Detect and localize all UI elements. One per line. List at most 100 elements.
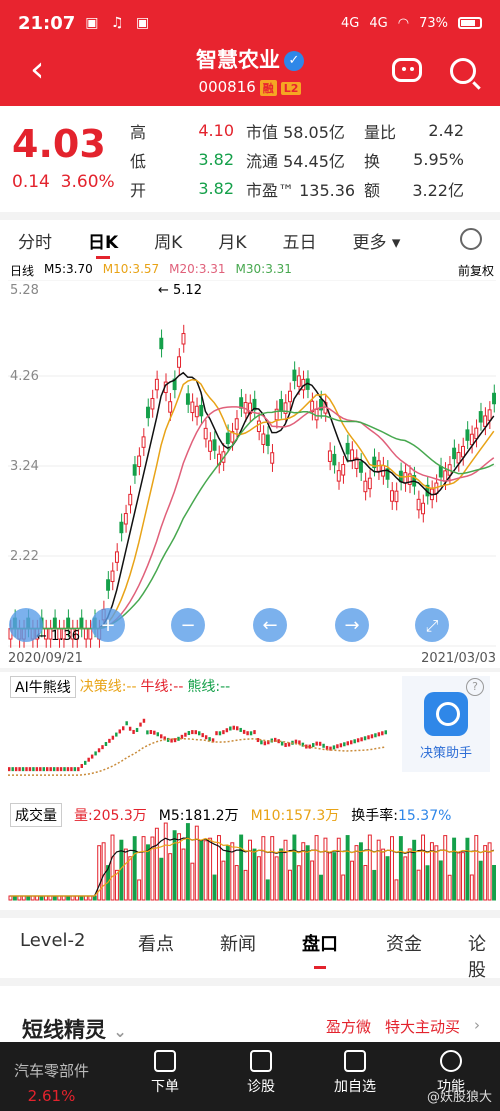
volume-bar xyxy=(248,839,252,901)
tab-news[interactable]: 新闻 xyxy=(220,930,256,956)
ai-candle xyxy=(249,731,253,736)
diagnose-icon xyxy=(250,1050,272,1072)
ai-candle xyxy=(318,741,322,746)
candle-body xyxy=(110,570,115,583)
wifi-icon: ◠ xyxy=(397,15,410,31)
candle-body xyxy=(394,490,399,503)
settings-icon[interactable] xyxy=(460,228,482,250)
tab-level2[interactable]: Level-2 xyxy=(20,930,85,951)
zoom-out-icon[interactable] xyxy=(9,608,43,642)
volume-bar xyxy=(350,860,355,901)
candle-body xyxy=(461,445,465,458)
spirit-latest[interactable]: 盈方微 特大主动买 › xyxy=(326,1016,480,1037)
candle-body xyxy=(185,393,190,405)
sector-info[interactable]: 汽车零部件 2.61% xyxy=(14,1060,89,1105)
nav-order[interactable]: 下单 xyxy=(130,1050,200,1096)
volume-bar xyxy=(292,834,297,901)
candle-body xyxy=(345,442,350,455)
spirit-title: 短线精灵 xyxy=(22,1018,106,1042)
volume-bar xyxy=(177,833,182,901)
nav-diagnose[interactable]: 诊股 xyxy=(226,1050,296,1096)
volume-bar xyxy=(385,856,390,901)
candle-body xyxy=(132,464,137,476)
tab-more[interactable]: 更多 ▾ xyxy=(353,228,401,253)
ai-candle xyxy=(356,738,360,743)
ai-candle xyxy=(59,767,63,772)
ai-candle xyxy=(377,732,381,737)
volume-bar xyxy=(279,848,284,901)
sector-name: 汽车零部件 xyxy=(14,1062,90,1080)
volume-bar xyxy=(234,865,239,901)
volume-bar xyxy=(354,845,359,901)
help-icon[interactable]: ? xyxy=(466,678,484,696)
volume-bar xyxy=(172,830,177,901)
margin-badge: 融 xyxy=(259,80,277,96)
ma-legend: 日线 M5:3.70 M10:3.57 M20:3.31 M30:3.31 前复… xyxy=(10,262,494,279)
adjust-mode[interactable]: 前复权 xyxy=(458,262,494,279)
volume-bar xyxy=(287,869,292,901)
divider xyxy=(0,910,500,918)
ai-candle xyxy=(66,767,70,772)
network-2: 4G xyxy=(369,15,388,31)
kline-chart[interactable]: 5.28 4.26 3.24 2.22 ← 5.12 ← 1.36 + − ← … xyxy=(8,280,496,650)
ai-candle xyxy=(84,760,87,765)
stock-name-text: 智慧农业 xyxy=(196,48,280,72)
tab-5day[interactable]: 五日 xyxy=(283,228,317,253)
ai-candle xyxy=(353,739,356,744)
candle-body xyxy=(452,447,457,460)
volume-bar xyxy=(327,852,332,901)
ai-candle xyxy=(90,754,94,759)
volume-bar xyxy=(243,869,248,901)
ai-indicator-header[interactable]: AI牛熊线 决策线:-- 牛线:-- 熊线:-- xyxy=(10,676,230,698)
volume-bar xyxy=(319,874,323,901)
robot-icon[interactable] xyxy=(392,58,422,82)
tab-highlights[interactable]: 看点 xyxy=(138,930,174,956)
tab-intraday[interactable]: 分时 xyxy=(18,228,52,253)
quote-row: 开 3.82 市盈™ 135.36 额 3.22亿 xyxy=(130,174,500,203)
ai-candle xyxy=(246,731,249,736)
tab-forum[interactable]: 论股 xyxy=(468,930,500,982)
tab-daily[interactable]: 日K xyxy=(88,228,118,259)
ai-candle xyxy=(263,741,267,746)
candle-body xyxy=(483,415,488,427)
ai-candle xyxy=(370,734,374,739)
ai-candle xyxy=(101,745,104,750)
volume-bar xyxy=(159,857,164,901)
candle-body xyxy=(296,375,301,387)
ai-candle xyxy=(146,730,149,735)
network-1: 4G xyxy=(341,15,360,31)
volume-bar xyxy=(110,834,115,901)
ai-candle xyxy=(87,757,90,762)
short-term-spirit[interactable]: 短线精灵 ⌄ xyxy=(22,1014,127,1044)
sector-pct: 2.61% xyxy=(27,1087,76,1105)
ai-candle xyxy=(322,743,325,748)
tab-capital[interactable]: 资金 xyxy=(386,930,422,956)
tab-monthly[interactable]: 月K xyxy=(218,228,246,253)
candle-body xyxy=(137,455,142,467)
ai-candle xyxy=(14,767,18,772)
ai-candle xyxy=(153,730,156,735)
tab-orderbook[interactable]: 盘口 xyxy=(302,930,338,969)
ai-candle xyxy=(187,731,191,736)
candle-body xyxy=(159,337,164,350)
ai-candle xyxy=(142,718,146,723)
candle-body xyxy=(270,452,275,464)
ai-candle xyxy=(73,767,77,772)
volume-bar xyxy=(412,839,417,901)
volume-bar xyxy=(394,879,399,901)
ai-candle xyxy=(46,767,49,772)
nav-add-watchlist[interactable]: 加自选 xyxy=(320,1050,390,1096)
candle-body xyxy=(487,409,492,421)
candle-body xyxy=(141,436,146,448)
ai-candle xyxy=(294,739,298,744)
stock-code: 000816 融 L2 xyxy=(0,78,500,96)
ma20-value: M20:3.31 xyxy=(169,262,226,276)
date-end: 2021/03/03 xyxy=(421,651,496,666)
search-icon[interactable] xyxy=(450,58,476,84)
kline-label: 日线 xyxy=(10,264,35,278)
tab-weekly[interactable]: 周K xyxy=(154,228,182,253)
ai-candle xyxy=(149,730,153,735)
ai-candle xyxy=(284,742,287,747)
volume-bar xyxy=(194,825,199,901)
ai-candle xyxy=(346,741,349,746)
